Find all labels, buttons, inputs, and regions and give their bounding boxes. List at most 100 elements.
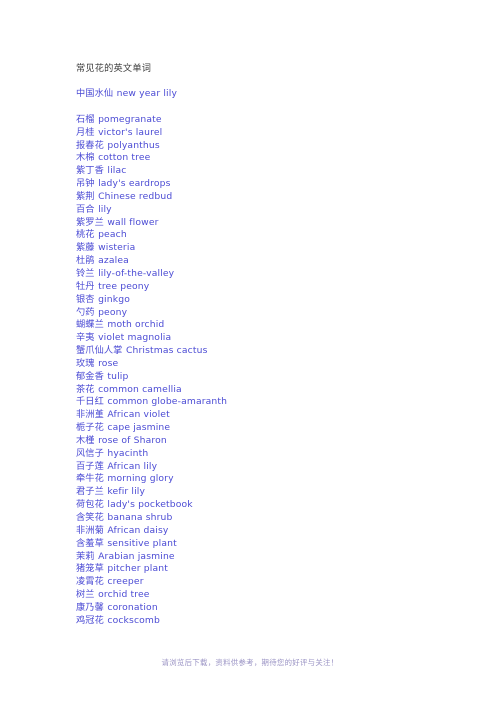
entry-english-term: Arabian jasmine	[98, 550, 175, 562]
entry-chinese-term: 吊钟	[76, 178, 95, 190]
entry-english-term: common camellia	[98, 383, 182, 395]
vocabulary-entry: 千日红 common globe-amaranth	[76, 396, 436, 409]
vocabulary-entry: 鸡冠花 cockscomb	[76, 615, 436, 628]
entry-english-term: polyanthus	[107, 139, 160, 151]
entry-chinese-term: 月桂	[76, 126, 95, 138]
entry-english-term: lady's eardrops	[98, 178, 171, 190]
vocabulary-entry: 荷包花 lady's pocketbook	[76, 499, 436, 512]
vocabulary-list: 石榴 pomegranate 月桂 victor's laurel 报春花 polyant…	[76, 114, 436, 628]
vocabulary-entry: 紫藤 wisteria	[76, 242, 436, 255]
entry-english-term: violet magnolia	[98, 332, 172, 344]
entry-chinese-term: 猪笼草	[76, 563, 104, 575]
entry-chinese-term: 康乃馨	[76, 601, 104, 613]
entry-english-term: African lily	[107, 460, 158, 472]
vocabulary-entry-lead: 中国水仙 new year lily	[76, 88, 436, 101]
entry-chinese-term: 银杏	[76, 293, 95, 305]
entry-english-term: tulip	[107, 370, 129, 382]
entry-chinese-term: 勺药	[76, 306, 95, 318]
entry-english-term: African violet	[107, 409, 170, 421]
entry-chinese-term: 含笑花	[76, 512, 104, 523]
entry-english-term: kefir lily	[107, 486, 146, 498]
vocabulary-entry: 蟹爪仙人掌 Christmas cactus	[76, 345, 436, 358]
vocabulary-entry: 紫丁香 lilac	[76, 165, 436, 178]
entry-english-term: Christmas cactus	[125, 345, 208, 357]
vocabulary-entry: 君子兰 kefir lily	[76, 486, 436, 499]
entry-chinese-term: 树兰	[76, 589, 95, 601]
entry-chinese-term: 中国水仙	[76, 88, 114, 99]
document-page: 常见花的英文单词 中国水仙 new year lily 石榴 pomegranate…	[0, 0, 500, 708]
entry-chinese-term: 百合	[76, 203, 95, 215]
vocabulary-entry: 树兰 orchid tree	[76, 589, 436, 602]
entry-chinese-term: 君子兰	[76, 486, 104, 498]
entry-chinese-term: 含羞草	[76, 537, 104, 549]
entry-chinese-term: 鸡冠花	[76, 614, 104, 626]
vocabulary-entry: 百合 lily	[76, 204, 436, 217]
entry-english-term: rose	[98, 357, 119, 369]
entry-chinese-term: 杜鹃	[76, 255, 95, 267]
entry-chinese-term: 木棉	[76, 152, 95, 164]
vocabulary-entry: 郁金香 tulip	[76, 371, 436, 384]
page-title: 常见花的英文单词	[76, 63, 152, 74]
entry-english-term: azalea	[98, 255, 129, 267]
vocabulary-entry: 风信子 hyacinth	[76, 448, 436, 461]
vocabulary-entry: 栀子花 cape jasmine	[76, 422, 436, 435]
entry-english-term: peach	[98, 229, 127, 241]
entry-english-term: Chinese redbud	[98, 190, 173, 202]
entry-english-term: lilac	[107, 165, 127, 177]
entry-english-term: sensitive plant	[107, 537, 177, 549]
vocabulary-entry: 康乃馨 coronation	[76, 602, 436, 615]
vocabulary-entry: 桃花 peach	[76, 229, 436, 242]
vocabulary-entry: 月桂 victor's laurel	[76, 127, 436, 140]
entry-english-term: African daisy	[107, 524, 169, 536]
vocabulary-entry: 辛夷 violet magnolia	[76, 332, 436, 345]
entry-chinese-term: 蟹爪仙人掌	[76, 345, 123, 357]
entry-chinese-term: 栀子花	[76, 422, 104, 434]
vocabulary-entry: 茶花 common camellia	[76, 384, 436, 397]
entry-english-term: hyacinth	[107, 447, 149, 459]
entry-english-term: cotton tree	[98, 152, 151, 164]
entry-english-term: ginkgo	[98, 293, 130, 305]
entry-english-term: coronation	[107, 601, 158, 613]
entry-english-term: new year lily	[116, 88, 178, 99]
entry-chinese-term: 紫荆	[76, 190, 95, 202]
vocabulary-entry: 含羞草 sensitive plant	[76, 538, 436, 551]
entry-english-term: lily-of-the-valley	[98, 267, 175, 279]
entry-english-term: tree peony	[98, 280, 150, 292]
vocabulary-entry: 石榴 pomegranate	[76, 114, 436, 127]
entry-english-term: common globe-amaranth	[107, 396, 228, 408]
entry-english-term: morning glory	[107, 473, 174, 485]
entry-english-term: lady's pocketbook	[107, 499, 193, 511]
vocabulary-entry: 含笑花 banana shrub	[76, 512, 436, 525]
footer-note: 请浏览后下载，资料供参考，期待您的好评与关注！	[161, 658, 339, 667]
entry-english-term: pomegranate	[98, 113, 162, 125]
entry-chinese-term: 铃兰	[76, 267, 95, 279]
vocabulary-entry: 玫瑰 rose	[76, 358, 436, 371]
entry-chinese-term: 百子莲	[76, 460, 104, 472]
vocabulary-entry: 报春花 polyanthus	[76, 140, 436, 153]
vocabulary-entry: 茉莉 Arabian jasmine	[76, 551, 436, 564]
document-body: 常见花的英文单词 中国水仙 new year lily 石榴 pomegranate…	[76, 62, 436, 628]
entry-english-term: pitcher plant	[107, 563, 168, 575]
vocabulary-entry: 紫罗兰 wall flower	[76, 217, 436, 230]
entry-chinese-term: 非洲菊	[76, 524, 104, 536]
vocabulary-entry: 银杏 ginkgo	[76, 294, 436, 307]
entry-english-term: banana shrub	[107, 512, 173, 523]
entry-english-term: moth orchid	[107, 319, 165, 331]
entry-chinese-term: 桃花	[76, 229, 95, 241]
entry-chinese-term: 紫罗兰	[76, 216, 104, 228]
vocabulary-entry: 牡丹 tree peony	[76, 281, 436, 294]
vocabulary-entry: 非洲菊 African daisy	[76, 525, 436, 538]
vocabulary-entry: 百子莲 African lily	[76, 461, 436, 474]
entry-chinese-term: 风信子	[76, 447, 104, 459]
vocabulary-entry: 勺药 peony	[76, 307, 436, 320]
vocabulary-entry: 铃兰 lily-of-the-valley	[76, 268, 436, 281]
entry-english-term: rose of Sharon	[98, 434, 167, 446]
vocabulary-entry: 凌霄花 creeper	[76, 576, 436, 589]
vocabulary-entry: 蝴蝶兰 moth orchid	[76, 319, 436, 332]
entry-chinese-term: 茉莉	[76, 550, 95, 562]
vocabulary-entry: 紫荆 Chinese redbud	[76, 191, 436, 204]
entry-chinese-term: 茶花	[76, 383, 95, 395]
entry-chinese-term: 石榴	[76, 113, 95, 125]
entry-chinese-term: 报春花	[76, 139, 104, 151]
vocabulary-entry: 木槿 rose of Sharon	[76, 435, 436, 448]
